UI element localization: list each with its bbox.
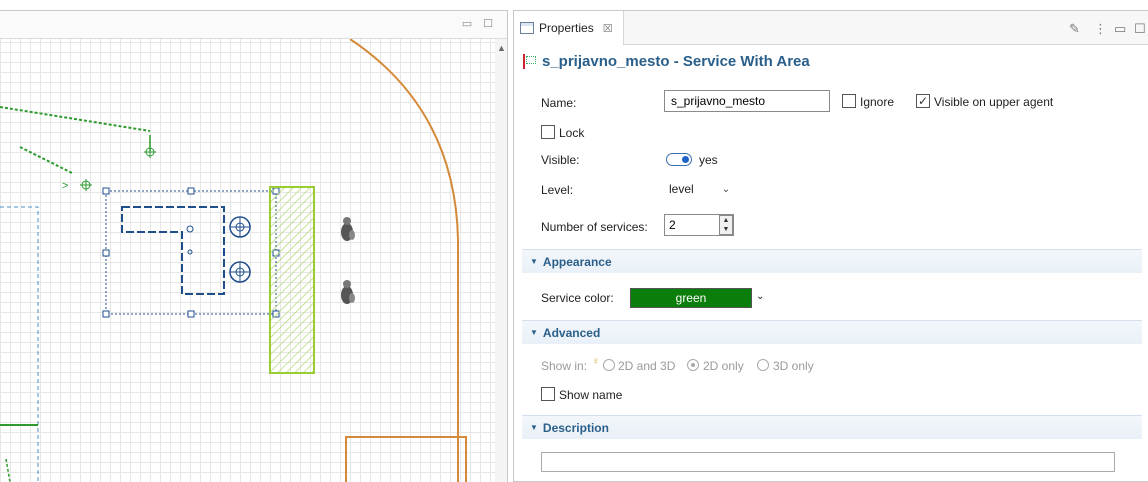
person-icon[interactable] <box>341 217 355 241</box>
view-menu-icon[interactable]: ⋮ <box>1094 21 1107 37</box>
quantity-stepper[interactable]: ▲ ▼ <box>719 215 733 235</box>
properties-icon <box>520 22 534 34</box>
radio-3d-only[interactable] <box>757 359 769 371</box>
ignore-checkbox[interactable] <box>842 94 856 108</box>
edit-icon[interactable]: ✎ <box>1069 21 1080 37</box>
name-label: Name: <box>541 96 577 110</box>
close-tab-icon[interactable]: ☒ <box>603 22 613 35</box>
radio-3d-only-label: 3D only <box>773 359 814 373</box>
show-name-label: Show name <box>559 388 623 402</box>
visible-upper-label: Visible on upper agent <box>934 95 1054 109</box>
model-canvas[interactable]: > <box>0 39 506 482</box>
visible-label: Visible: <box>541 153 580 167</box>
visible-toggle[interactable] <box>666 153 692 166</box>
lock-label: Lock <box>559 126 585 140</box>
radio-2d-3d-label: 2D and 3D <box>618 359 676 373</box>
minimize-icon[interactable]: ▭ <box>1114 21 1126 37</box>
section-description[interactable]: ▼ Description <box>522 415 1142 439</box>
service-point-icon[interactable] <box>229 261 251 283</box>
svg-text:>: > <box>62 180 68 192</box>
collapse-triangle-icon: ▼ <box>530 257 538 266</box>
maximize-icon[interactable]: ☐ <box>482 18 494 30</box>
section-advanced-label: Advanced <box>542 325 601 340</box>
canvas-header: ▭ ☐ <box>0 11 507 39</box>
level-select[interactable]: level ⌄ <box>669 179 730 199</box>
section-description-label: Description <box>542 420 609 435</box>
section-appearance[interactable]: ▼ Appearance <box>522 249 1142 273</box>
ignore-label: Ignore <box>860 95 895 109</box>
wall-rect[interactable] <box>345 436 467 482</box>
section-appearance-label: Appearance <box>542 254 612 269</box>
name-field[interactable] <box>664 90 830 112</box>
lightbulb-icon: ♀ <box>592 356 600 367</box>
service-point-icon[interactable] <box>229 216 251 238</box>
selection-box[interactable] <box>105 190 277 315</box>
level-select-value: level <box>669 182 694 196</box>
tab-properties[interactable]: Properties ☒ <box>514 11 624 45</box>
maximize-icon[interactable]: ☐ <box>1134 21 1146 37</box>
level-label: Level: <box>541 183 574 197</box>
minimize-icon[interactable]: ▭ <box>461 18 473 30</box>
chevron-down-icon[interactable]: ⌄ <box>756 291 764 302</box>
lock-checkbox[interactable] <box>541 125 555 139</box>
canvas-drawing: > <box>0 39 467 482</box>
service-color-label: Service color: <box>541 291 614 305</box>
section-advanced[interactable]: ▼ Advanced <box>522 320 1142 344</box>
chevron-down-icon: ⌄ <box>721 183 731 195</box>
queue-area[interactable] <box>121 206 225 295</box>
person-icon[interactable] <box>341 280 355 304</box>
path-line-1[interactable] <box>0 106 151 132</box>
description-field[interactable] <box>541 452 1115 472</box>
path-line-2[interactable] <box>19 146 73 174</box>
tab-properties-label: Properties <box>539 21 594 35</box>
vertical-scrollbar[interactable]: ▲ <box>495 39 507 482</box>
wall-arc[interactable] <box>349 39 459 482</box>
visible-upper-checkbox[interactable]: ✓ <box>916 94 930 108</box>
properties-tabbar: Properties ☒ ✎ ⋮ ▭ ☐ <box>514 11 1148 45</box>
show-in-label: Show in: <box>541 359 588 373</box>
radio-2d-only[interactable] <box>687 359 699 371</box>
page-title: s_prijavno_mesto - Service With Area <box>522 53 810 70</box>
show-name-checkbox[interactable] <box>541 387 555 401</box>
radio-2d-only-label: 2D only <box>703 359 744 373</box>
collapse-triangle-icon: ▼ <box>530 328 538 337</box>
scroll-up-icon[interactable]: ▲ <box>497 43 506 53</box>
service-color-swatch[interactable]: green <box>630 288 752 308</box>
radio-2d-3d[interactable] <box>603 359 615 371</box>
num-services-label: Number of services: <box>541 220 648 234</box>
counter-area[interactable] <box>269 186 315 374</box>
canvas-pane: ▭ ☐ > ▲ <box>0 10 508 482</box>
collapse-triangle-icon: ▼ <box>530 423 538 432</box>
page-title-text: s_prijavno_mesto - Service With Area <box>542 53 810 70</box>
service-with-area-icon <box>522 53 536 70</box>
visible-value: yes <box>699 153 718 167</box>
properties-pane: Properties ☒ ✎ ⋮ ▭ ☐ s_prijavno_mesto - … <box>513 10 1148 482</box>
